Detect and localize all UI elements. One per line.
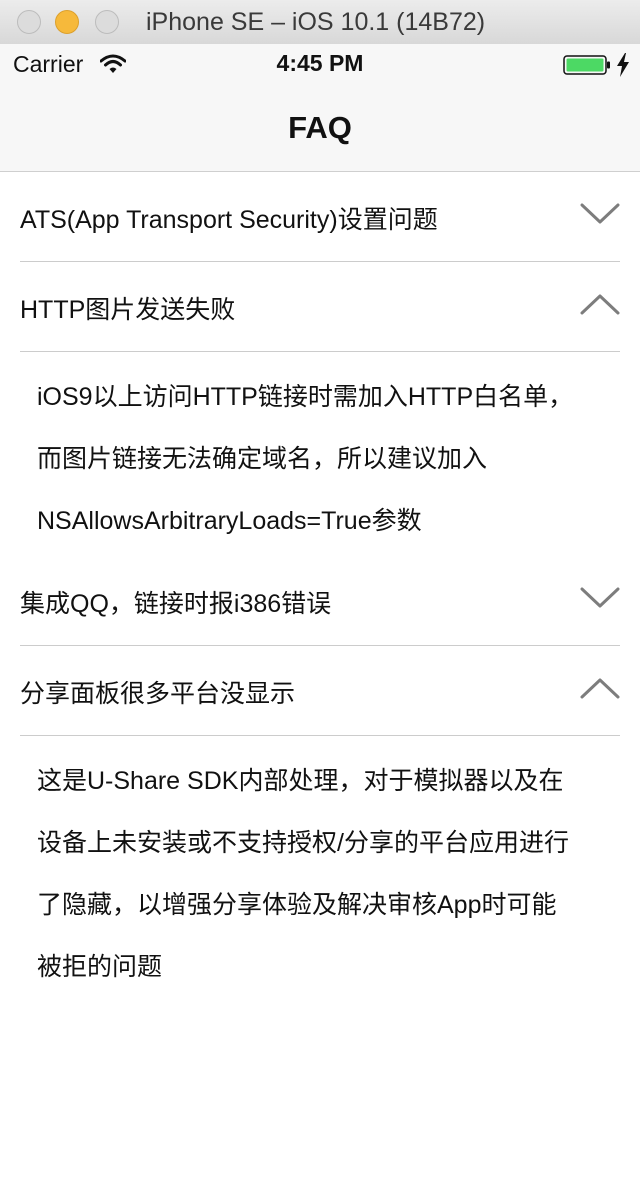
simulator-title-bar: iPhone SE – iOS 10.1 (14B72): [0, 0, 640, 45]
faq-question: HTTP图片发送失败: [20, 296, 236, 324]
window-title: iPhone SE – iOS 10.1 (14B72): [146, 8, 486, 36]
close-window-button[interactable]: [17, 10, 41, 34]
navigation-bar: FAQ: [0, 84, 640, 172]
faq-item-header[interactable]: 集成QQ，链接时报i386错误: [20, 556, 620, 646]
zoom-window-button[interactable]: [95, 10, 119, 34]
battery-icon: [563, 55, 610, 75]
faq-question: 集成QQ，链接时报i386错误: [20, 590, 332, 618]
chevron-down-icon: [580, 203, 620, 224]
chevron-up-icon: [580, 678, 620, 699]
minimize-window-button[interactable]: [55, 10, 79, 34]
faq-answer-line: 设备上未安装或不支持授权/分享的平台应用进行: [37, 829, 569, 857]
page-title: FAQ: [288, 110, 352, 145]
faq-question: 分享面板很多平台没显示: [20, 680, 296, 708]
faq-item-header[interactable]: ATS(App Transport Security)设置问题: [20, 172, 620, 262]
faq-answer-line: NSAllowsArbitraryLoads=True参数: [37, 507, 422, 535]
faq-answer: 这是U-Share SDK内部处理，对于模拟器以及在 设备上未安装或不支持授权/分…: [0, 736, 640, 1002]
faq-item-header[interactable]: 分享面板很多平台没显示: [20, 646, 620, 736]
status-time: 4:45 PM: [276, 50, 364, 76]
faq-question: ATS(App Transport Security)设置问题: [20, 206, 438, 234]
chevron-down-icon: [580, 587, 620, 608]
faq-answer-line: 了隐藏，以增强分享体验及解决审核App时可能: [37, 891, 557, 919]
faq-answer-line: iOS9以上访问HTTP链接时需加入HTTP白名单，: [37, 383, 574, 411]
charging-bolt-icon: [617, 53, 629, 77]
faq-answer-line: 被拒的问题: [37, 953, 163, 981]
chevron-up-icon: [580, 294, 620, 315]
faq-list: ATS(App Transport Security)设置问题 HTTP图片发送失…: [0, 172, 640, 1002]
faq-item-header[interactable]: HTTP图片发送失败: [20, 262, 620, 352]
faq-answer: iOS9以上访问HTTP链接时需加入HTTP白名单， 而图片链接无法确定域名，所以…: [0, 352, 640, 556]
faq-answer-line: 这是U-Share SDK内部处理，对于模拟器以及在: [37, 767, 564, 795]
status-bar: Carrier 4:45 PM: [0, 44, 640, 84]
faq-answer-line: 而图片链接无法确定域名，所以建议加入: [37, 445, 488, 473]
